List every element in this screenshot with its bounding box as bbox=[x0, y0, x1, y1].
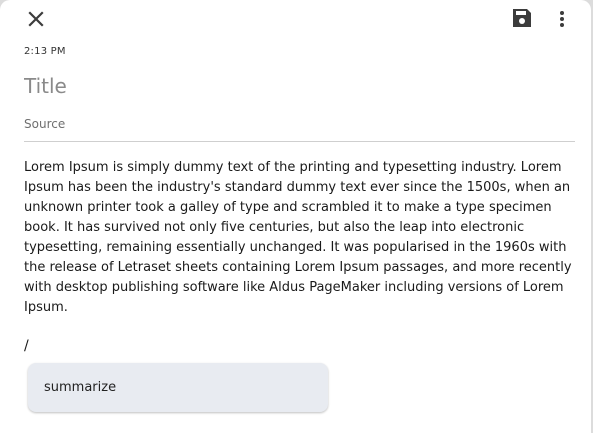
close-icon bbox=[28, 11, 44, 27]
note-body-text[interactable]: Lorem Ipsum is simply dummy text of the … bbox=[24, 158, 576, 318]
note-timestamp: 2:13 PM bbox=[24, 46, 66, 57]
note-editor-sheet: 2:13 PM Lorem Ipsum is simply dummy text… bbox=[0, 0, 591, 433]
more-vertical-icon bbox=[560, 11, 564, 27]
source-input[interactable] bbox=[22, 113, 576, 135]
divider bbox=[24, 141, 575, 142]
title-input[interactable] bbox=[22, 70, 566, 102]
save-button[interactable] bbox=[507, 4, 537, 32]
slash-command-text[interactable]: / bbox=[24, 338, 29, 354]
command-suggestion-summarize[interactable]: summarize bbox=[28, 363, 328, 412]
more-options-button[interactable] bbox=[550, 5, 574, 33]
command-suggestion-label: summarize bbox=[44, 380, 117, 395]
save-icon bbox=[513, 9, 531, 27]
close-button[interactable] bbox=[22, 6, 50, 32]
